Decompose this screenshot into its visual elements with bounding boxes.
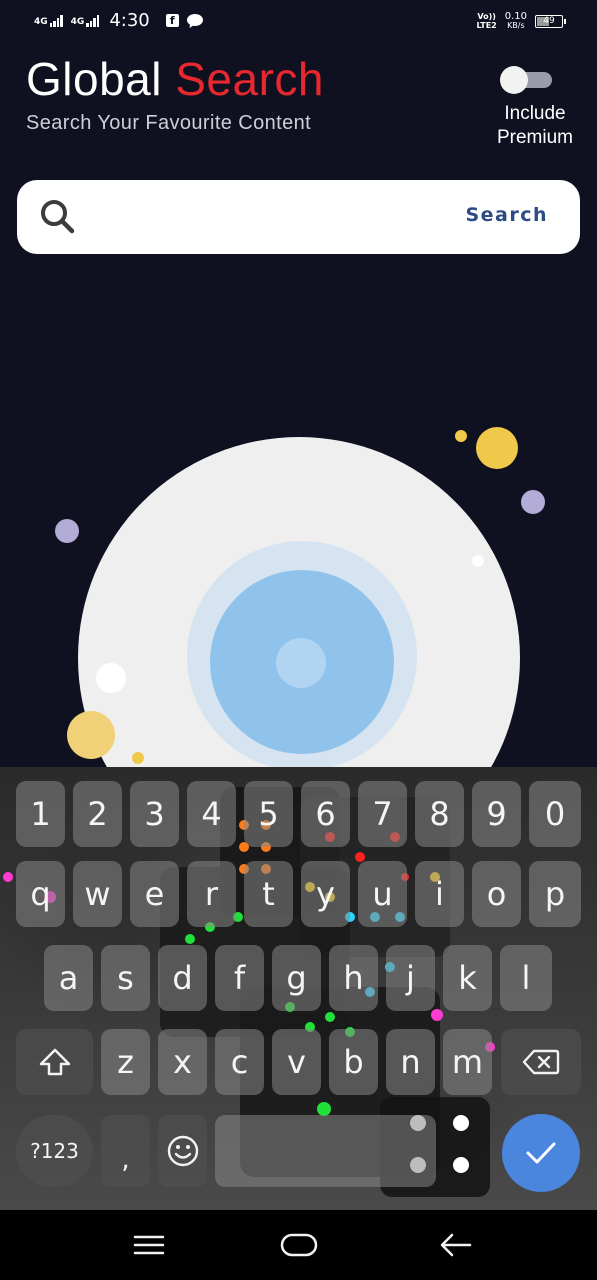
illustration-dot xyxy=(132,752,144,764)
key-d[interactable]: d xyxy=(158,945,207,1011)
search-icon[interactable] xyxy=(39,198,75,234)
status-right: Vo)) LTE2 0.10 KB/s 49 xyxy=(476,11,566,31)
key-h[interactable]: h xyxy=(329,945,378,1011)
key-2[interactable]: 2 xyxy=(73,781,122,847)
key-0[interactable]: 0 xyxy=(529,781,581,847)
emoji-icon xyxy=(167,1135,198,1167)
include-premium-toggle[interactable] xyxy=(500,66,554,94)
page-title: Global Search xyxy=(26,52,324,106)
key-i[interactable]: i xyxy=(415,861,464,927)
shift-key[interactable] xyxy=(16,1029,93,1095)
volte-top: Vo)) xyxy=(477,12,496,21)
back-icon xyxy=(440,1233,472,1257)
illustration-dot xyxy=(67,711,115,759)
menu-icon xyxy=(133,1235,165,1255)
home-icon xyxy=(280,1233,318,1257)
menu-button[interactable] xyxy=(129,1228,169,1262)
key-w[interactable]: w xyxy=(73,861,122,927)
key-x[interactable]: x xyxy=(158,1029,207,1095)
backspace-icon xyxy=(522,1049,560,1075)
speed-unit: KB/s xyxy=(507,21,525,30)
key-1[interactable]: 1 xyxy=(16,781,65,847)
search-input[interactable] xyxy=(93,196,457,240)
key-4[interactable]: 4 xyxy=(187,781,236,847)
key-8[interactable]: 8 xyxy=(415,781,464,847)
key-9[interactable]: 9 xyxy=(472,781,521,847)
key-y[interactable]: y xyxy=(301,861,350,927)
search-bar: Search xyxy=(17,180,580,254)
comma-key[interactable]: , xyxy=(101,1115,150,1187)
volte-bottom: LTE2 xyxy=(476,21,497,30)
search-illustration xyxy=(55,427,545,780)
soft-keyboard: 1 2 3 4 5 6 7 8 9 0 q w e r t y u i o p … xyxy=(0,767,597,1210)
key-a[interactable]: a xyxy=(44,945,93,1011)
search-button[interactable]: Search xyxy=(465,204,548,226)
volte-indicator: Vo)) LTE2 xyxy=(476,12,496,30)
key-f[interactable]: f xyxy=(215,945,264,1011)
status-bar: 4G 4G 4:30 f Vo)) LTE2 0.10 KB/s 49 xyxy=(0,0,597,46)
key-l[interactable]: l xyxy=(500,945,552,1011)
backspace-key[interactable] xyxy=(501,1029,581,1095)
key-p[interactable]: p xyxy=(529,861,581,927)
enter-key[interactable] xyxy=(502,1114,580,1192)
toggle-label-line-1: Include xyxy=(504,103,566,124)
chat-bubble-icon xyxy=(186,13,203,28)
back-button[interactable] xyxy=(436,1228,476,1262)
key-t[interactable]: t xyxy=(244,861,293,927)
key-r[interactable]: r xyxy=(187,861,236,927)
network-label-1: 4G xyxy=(34,16,48,27)
facebook-icon: f xyxy=(165,14,179,27)
navigation-bar xyxy=(0,1210,597,1280)
status-left: 4G 4G 4:30 f xyxy=(34,10,203,31)
signal-icon xyxy=(86,14,100,27)
battery-icon: 49 xyxy=(535,14,566,28)
key-e[interactable]: e xyxy=(130,861,179,927)
symbols-key[interactable]: ?123 xyxy=(16,1115,93,1187)
signal-icon xyxy=(49,14,63,27)
key-v[interactable]: v xyxy=(272,1029,321,1095)
network-label-2: 4G xyxy=(70,16,85,27)
illustration-dot xyxy=(455,430,467,442)
key-o[interactable]: o xyxy=(472,861,521,927)
key-6[interactable]: 6 xyxy=(301,781,350,847)
key-m[interactable]: m xyxy=(443,1029,492,1095)
illustration-lens-glint xyxy=(276,638,326,688)
network-indicator-1: 4G xyxy=(34,14,63,27)
home-button[interactable] xyxy=(279,1228,319,1262)
include-premium-label: Include Premium xyxy=(480,102,590,150)
key-b[interactable]: b xyxy=(329,1029,378,1095)
shift-icon xyxy=(39,1048,70,1076)
toggle-label-line-2: Premium xyxy=(496,127,573,148)
key-k[interactable]: k xyxy=(443,945,492,1011)
key-z[interactable]: z xyxy=(101,1029,150,1095)
illustration-dot xyxy=(55,519,79,543)
speed-value: 0.10 xyxy=(504,11,527,22)
illustration-dot xyxy=(472,555,484,567)
key-s[interactable]: s xyxy=(101,945,150,1011)
battery-level: 49 xyxy=(543,16,555,26)
illustration-dot xyxy=(96,663,126,693)
emoji-key[interactable] xyxy=(158,1115,207,1187)
key-3[interactable]: 3 xyxy=(130,781,179,847)
key-j[interactable]: j xyxy=(386,945,435,1011)
toggle-knob xyxy=(500,66,528,94)
title-part-1: Global xyxy=(26,53,176,105)
key-7[interactable]: 7 xyxy=(358,781,407,847)
page-subtitle: Search Your Favourite Content xyxy=(26,112,312,134)
key-5[interactable]: 5 xyxy=(244,781,293,847)
key-g[interactable]: g xyxy=(272,945,321,1011)
key-q[interactable]: q xyxy=(16,861,65,927)
key-n[interactable]: n xyxy=(386,1029,435,1095)
space-key[interactable] xyxy=(215,1115,436,1187)
network-speed: 0.10 KB/s xyxy=(504,11,527,31)
network-indicator-2: 4G xyxy=(70,14,100,27)
title-part-2: Search xyxy=(175,53,324,105)
key-c[interactable]: c xyxy=(215,1029,264,1095)
illustration-dot xyxy=(521,490,545,514)
illustration-dot xyxy=(476,427,518,469)
checkmark-icon xyxy=(526,1142,556,1164)
key-u[interactable]: u xyxy=(358,861,407,927)
clock: 4:30 xyxy=(109,10,150,31)
